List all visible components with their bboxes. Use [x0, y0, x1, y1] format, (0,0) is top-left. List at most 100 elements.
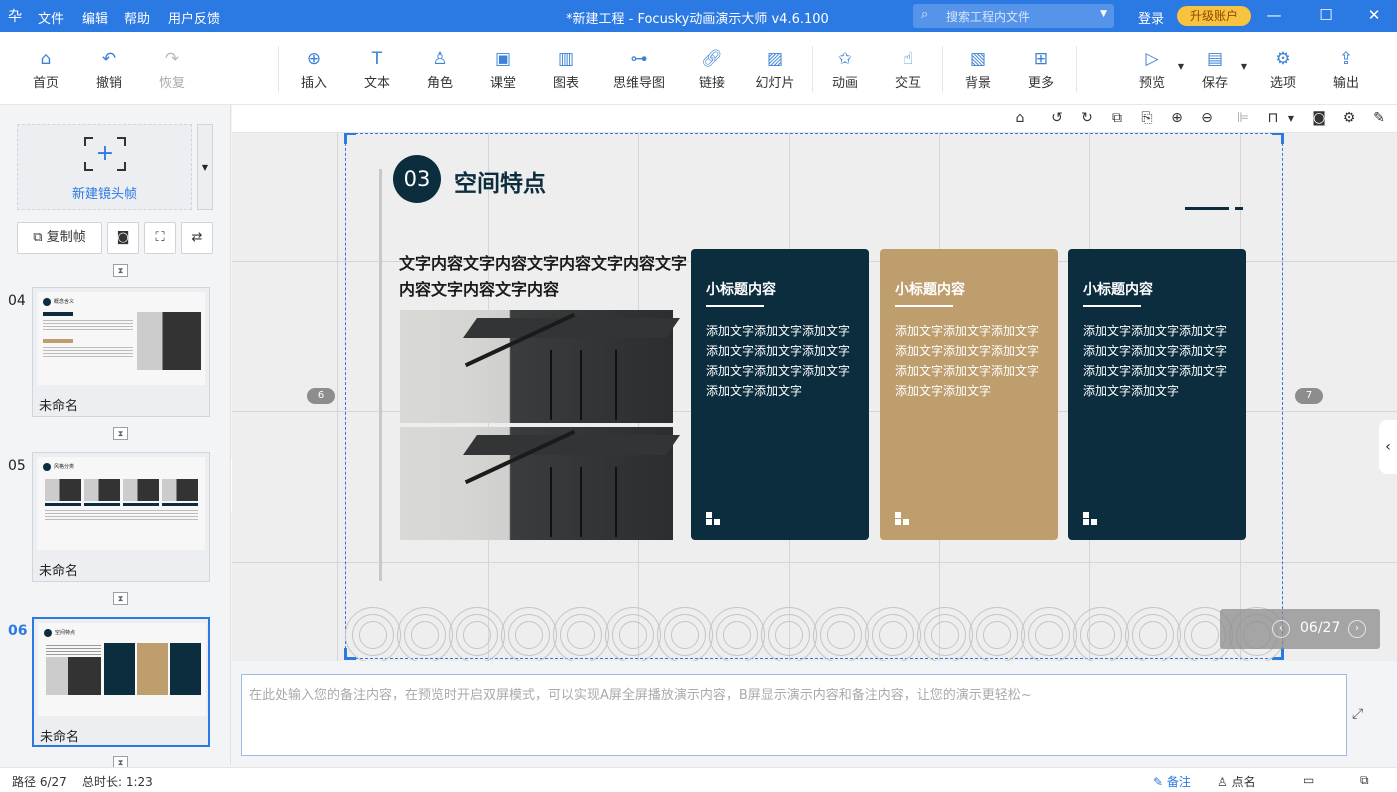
- home-view-icon[interactable]: ⌂: [1011, 110, 1029, 126]
- login-link[interactable]: 登录: [1138, 8, 1164, 27]
- frame-number: 05: [8, 458, 26, 474]
- menu-file[interactable]: 文件: [38, 8, 64, 27]
- chevron-down-icon[interactable]: ▼: [1282, 114, 1300, 123]
- wave-arc: [879, 621, 907, 649]
- background-button[interactable]: ▧ 背景: [948, 48, 1008, 91]
- swap-frame-button[interactable]: ⇄: [181, 222, 213, 254]
- export-button[interactable]: ⇪ 输出: [1316, 48, 1376, 91]
- link-button[interactable]: 🔗︎ 链接: [682, 48, 742, 91]
- screen-icon[interactable]: ▭: [1303, 773, 1314, 787]
- maximize-icon[interactable]: ☐: [1316, 6, 1336, 24]
- redo-icon: ↷: [164, 49, 180, 69]
- save-button[interactable]: ▤ 保存 ▼: [1185, 48, 1247, 91]
- wave-arc: [775, 621, 803, 649]
- canvas[interactable]: 6 7 03 空间特点 文字内容文字内容文字内容文字内容文字内容文字内容文字内容…: [232, 133, 1397, 661]
- content-card[interactable]: 小标题内容 添加文字添加文字添加文字添加文字添加文字添加文字添加文字添加文字添加…: [691, 249, 869, 540]
- role-button[interactable]: ♙ 角色: [410, 48, 470, 91]
- section-number-badge[interactable]: 03: [393, 155, 441, 203]
- redo-button[interactable]: ↷ 恢复: [142, 48, 202, 91]
- edit-icon[interactable]: ✎: [1370, 110, 1388, 126]
- search-box[interactable]: ⌕ 搜索工程内文件 ▼: [913, 4, 1114, 28]
- close-icon[interactable]: ✕: [1364, 6, 1384, 24]
- animation-button[interactable]: ✩ 动画: [815, 48, 875, 91]
- window-icon[interactable]: ⧉: [1360, 773, 1369, 788]
- chevron-left-icon[interactable]: ‹: [1272, 620, 1290, 638]
- rollcall-button[interactable]: ♙ 点名: [1217, 773, 1256, 790]
- frame-preview: 概念含义: [37, 292, 205, 385]
- minimize-icon[interactable]: —: [1264, 6, 1284, 24]
- text-icon: T: [371, 49, 383, 69]
- chevron-down-icon[interactable]: ▼: [1100, 9, 1107, 19]
- settings-frame-icon[interactable]: ⚙: [1340, 110, 1358, 126]
- interact-button[interactable]: ☝ 交互: [878, 48, 938, 91]
- lock-icon[interactable]: ⊓: [1264, 110, 1282, 126]
- toolbar-divider: [812, 46, 813, 92]
- frame-thumbnail-06[interactable]: 空间特点 未命名: [32, 617, 210, 747]
- play-icon: ▷: [1145, 49, 1159, 69]
- section-title[interactable]: 空间特点: [454, 164, 546, 198]
- chevron-down-icon[interactable]: ▼: [1241, 62, 1247, 71]
- menu-feedback[interactable]: 用户反馈: [168, 8, 220, 27]
- wave-arc: [411, 621, 439, 649]
- content-text[interactable]: 文字内容文字内容文字内容文字内容文字内容文字内容文字内容: [399, 251, 689, 303]
- crop-frame-button[interactable]: ⛶: [144, 222, 176, 254]
- chevron-down-icon[interactable]: ▼: [1178, 62, 1184, 71]
- wave-arc: [463, 621, 491, 649]
- content-card[interactable]: 小标题内容 添加文字添加文字添加文字添加文字添加文字添加文字添加文字添加文字添加…: [1068, 249, 1246, 540]
- status-bar: 路径 6/27 总时长: 1:23 ✎ 备注 ♙ 点名 ▭ ⧉: [0, 767, 1397, 792]
- more-button[interactable]: ⊞ 更多: [1011, 48, 1071, 91]
- card-title: 小标题内容: [706, 282, 776, 298]
- camera-icon[interactable]: ◙: [1310, 110, 1328, 126]
- preview-button[interactable]: ▷ 预览 ▼: [1122, 48, 1184, 91]
- notes-button[interactable]: ✎ 备注: [1153, 773, 1191, 790]
- zoom-out-icon[interactable]: ⊖: [1198, 110, 1216, 126]
- camera-icon: ◙: [116, 230, 130, 245]
- slideshow-button[interactable]: ▨ 幻灯片: [745, 48, 805, 91]
- align-icon[interactable]: ⊫: [1234, 110, 1252, 126]
- frame-thumbnail-05[interactable]: 风格分类 未命名: [32, 452, 210, 582]
- screenshot-button[interactable]: ◙: [107, 222, 139, 254]
- text-button[interactable]: T 文本: [347, 48, 407, 91]
- menu-edit[interactable]: 编辑: [82, 8, 108, 27]
- rotate-right-icon[interactable]: ↻: [1078, 110, 1096, 126]
- wave-arc: [827, 621, 855, 649]
- copy-icon[interactable]: ⧉: [1108, 110, 1126, 126]
- frame-corner-handle[interactable]: [344, 133, 356, 144]
- rotate-left-icon[interactable]: ↺: [1048, 110, 1066, 126]
- menu-help[interactable]: 帮助: [124, 8, 150, 27]
- expand-icon[interactable]: ⤢: [1352, 706, 1363, 722]
- frame-thumbnail-04[interactable]: 概念含义 未命名: [32, 287, 210, 417]
- options-button[interactable]: ⚙ 选项: [1253, 48, 1313, 91]
- building-photo[interactable]: [400, 310, 681, 423]
- toolbar-divider: [942, 46, 943, 92]
- canvas-toolbar: ⌂ ↺ ↻ ⧉ ⎘ ⊕ ⊖ ⊫ ⊓ ▼ ◙ ⚙ ✎: [232, 105, 1397, 133]
- transition-icon[interactable]: ⧗: [113, 592, 128, 605]
- mindmap-button[interactable]: ⊶ 思维导图: [609, 48, 669, 91]
- insert-button[interactable]: ⊕ 插入: [284, 48, 344, 91]
- new-frame-dropdown[interactable]: ▼: [197, 124, 213, 210]
- chart-button[interactable]: ▥ 图表: [536, 48, 596, 91]
- content-card[interactable]: 小标题内容 添加文字添加文字添加文字添加文字添加文字添加文字添加文字添加文字添加…: [880, 249, 1058, 540]
- prev-frame-marker[interactable]: 6: [307, 388, 335, 404]
- paste-icon[interactable]: ⎘: [1138, 110, 1156, 126]
- class-button[interactable]: ▣ 课堂: [473, 48, 533, 91]
- new-frame-button[interactable]: + 新建镜头帧: [17, 124, 192, 210]
- undo-button[interactable]: ↶ 撤销: [79, 48, 139, 91]
- zoom-in-icon[interactable]: ⊕: [1168, 110, 1186, 126]
- collapse-right-panel-button[interactable]: ‹: [1379, 420, 1397, 474]
- toolbar-divider: [278, 46, 279, 92]
- frame-preview: 空间特点: [38, 623, 206, 716]
- chevron-right-icon[interactable]: ›: [1348, 620, 1366, 638]
- card-title: 小标题内容: [895, 282, 965, 298]
- transition-icon[interactable]: ⧗: [113, 427, 128, 440]
- home-button[interactable]: ⌂ 首页: [16, 48, 76, 91]
- export-icon: ⇪: [1338, 49, 1354, 69]
- frame-corner-handle[interactable]: [1272, 133, 1284, 144]
- copy-frame-button[interactable]: ⧉ 复制帧: [17, 222, 102, 254]
- next-frame-marker[interactable]: 7: [1295, 388, 1323, 404]
- notes-input[interactable]: 在此处输入您的备注内容，在预览时开启双屏模式，可以实现A屏全屏播放演示内容，B屏…: [241, 674, 1347, 756]
- transition-icon[interactable]: ⧗: [113, 264, 128, 277]
- building-photo[interactable]: [400, 427, 681, 540]
- card-body: 添加文字添加文字添加文字添加文字添加文字添加文字添加文字添加文字添加文字添加文字…: [1083, 324, 1228, 398]
- upgrade-button[interactable]: 升级账户: [1177, 6, 1251, 26]
